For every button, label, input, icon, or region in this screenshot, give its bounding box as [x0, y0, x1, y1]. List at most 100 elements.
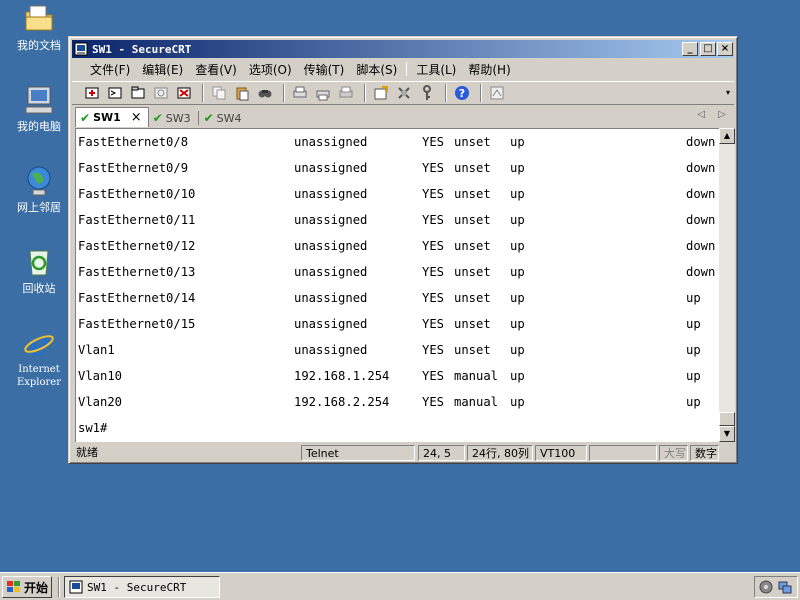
tab-navigation: ◁ ▷	[687, 109, 726, 120]
desktop-icon-internet-explorer[interactable]: e Internet Explorer	[6, 325, 72, 389]
connect-in-tab-icon[interactable]	[128, 83, 148, 103]
scroll-up-button[interactable]: ▲	[719, 128, 735, 144]
find-icon[interactable]	[255, 83, 275, 103]
terminal-line: FastEthernet0/12 unassigned YES unset up down	[76, 233, 719, 259]
tab-sw3[interactable]: ✔ SW3	[149, 109, 197, 127]
terminal-cell: down	[686, 265, 716, 279]
print-icon[interactable]	[336, 83, 356, 103]
maximize-button[interactable]: □	[700, 42, 716, 56]
terminal-cell: unassigned	[294, 135, 368, 149]
terminal-cell: down	[686, 239, 716, 253]
terminal-cell: manual	[454, 395, 499, 409]
menu-script[interactable]: 脚本(S)	[350, 61, 403, 78]
tray-speaker-icon[interactable]	[759, 580, 773, 597]
menu-view[interactable]: 查看(V)	[189, 61, 243, 78]
status-caps-lock: 大写	[659, 445, 688, 461]
title-bar[interactable]: SW1 - SecureCRT _ □ ×	[72, 40, 734, 58]
connected-check-icon: ✔	[152, 111, 163, 125]
menu-options[interactable]: 选项(O)	[243, 61, 298, 78]
scroll-down-button[interactable]: ▼	[719, 426, 735, 442]
terminal-line: FastEthernet0/11 unassigned YES unset up down	[76, 207, 719, 233]
terminal-cell: FastEthernet0/13	[78, 265, 196, 279]
terminal-cell: up	[510, 317, 525, 331]
paste-icon[interactable]	[232, 83, 252, 103]
terminal-cell: up	[510, 161, 525, 175]
help-icon[interactable]: ?	[452, 83, 472, 103]
terminal-cell: down	[686, 187, 716, 201]
terminal-cell: YES	[422, 187, 445, 201]
minimize-button[interactable]: _	[682, 42, 698, 56]
menu-separator	[406, 62, 408, 76]
terminal-cell: unset	[454, 239, 491, 253]
terminal-cell: Vlan1	[78, 343, 115, 357]
terminal-line: FastEthernet0/8 unassigned YES unset up down	[76, 129, 719, 155]
terminal-line: Vlan20 192.168.2.254 YES manual up up	[76, 389, 719, 415]
terminal-cell: FastEthernet0/14	[78, 291, 196, 305]
terminal-output[interactable]: FastEthernet0/8 unassigned YES unset up down F…	[75, 128, 719, 442]
terminal-cell: YES	[422, 239, 445, 253]
start-button[interactable]: 开始	[2, 576, 52, 598]
session-options-icon[interactable]	[371, 83, 391, 103]
desktop-icon-recycle-bin[interactable]: 回收站	[6, 245, 72, 295]
tab-sw4[interactable]: ✔ SW4	[200, 109, 248, 127]
securecrt-window: SW1 - SecureCRT _ □ × 文件(F) 编辑(E) 查看(V) …	[68, 36, 738, 464]
terminal-cell: up	[510, 213, 525, 227]
terminal-prompt: sw1#	[78, 421, 108, 435]
quick-connect-icon[interactable]	[105, 83, 125, 103]
taskbar-securecrt-button[interactable]: SW1 - SecureCRT	[64, 576, 220, 598]
desktop-icon-network[interactable]: 网上邻居	[6, 164, 72, 214]
desktop-icon-my-computer[interactable]: 我的电脑	[6, 83, 72, 133]
toolbar-overflow-icon[interactable]: ▾	[726, 88, 730, 97]
disconnect-icon[interactable]	[174, 83, 194, 103]
terminal-scrollbar[interactable]: ▲ ▼	[719, 128, 735, 442]
tab-sw1[interactable]: ✔ SW1 ×	[75, 107, 149, 127]
copy-icon[interactable]	[209, 83, 229, 103]
terminal-cell: up	[510, 369, 525, 383]
terminal-cell: 192.168.1.254	[294, 369, 390, 383]
status-protocol: Telnet	[301, 445, 415, 461]
menu-tools[interactable]: 工具(L)	[410, 61, 462, 78]
terminal-cell: FastEthernet0/11	[78, 213, 196, 227]
terminal-cell: YES	[422, 369, 445, 383]
menu-file[interactable]: 文件(F)	[84, 61, 136, 78]
print-setup-icon[interactable]	[290, 83, 310, 103]
terminal-cell: up	[686, 369, 701, 383]
terminal-cell: unassigned	[294, 239, 368, 253]
desktop-icon-label: 我的文档	[17, 39, 61, 52]
tab-scroll-left-icon[interactable]: ◁	[697, 109, 705, 120]
terminal-cell: Vlan20	[78, 395, 123, 409]
terminal-cell: FastEthernet0/15	[78, 317, 196, 331]
print-selection-icon[interactable]	[313, 83, 333, 103]
terminal-cell: FastEthernet0/10	[78, 187, 196, 201]
close-button[interactable]: ×	[717, 42, 733, 56]
connect-icon[interactable]	[82, 83, 102, 103]
terminal-cell: up	[510, 291, 525, 305]
terminal-cell: unset	[454, 317, 491, 331]
terminal-cell: unassigned	[294, 213, 368, 227]
scroll-thumb[interactable]	[719, 412, 735, 426]
key-icon[interactable]	[417, 83, 437, 103]
desktop-icon-my-documents[interactable]: 我的文档	[6, 2, 72, 52]
terminal-cell: up	[686, 291, 701, 305]
desktop-icon-label: Internet Explorer	[16, 364, 62, 388]
menu-help[interactable]: 帮助(H)	[462, 61, 516, 78]
terminal-cell: YES	[422, 317, 445, 331]
securecrt-app-icon	[69, 580, 83, 594]
status-terminal-size: 24行, 80列	[467, 445, 533, 461]
terminal-cell: unassigned	[294, 265, 368, 279]
window-title: SW1 - SecureCRT	[92, 42, 192, 56]
sftp-icon[interactable]	[487, 83, 507, 103]
menu-bar: 文件(F) 编辑(E) 查看(V) 选项(O) 传输(T) 脚本(S) 工具(L…	[72, 59, 734, 79]
global-options-icon[interactable]	[394, 83, 414, 103]
connected-check-icon: ✔	[80, 110, 91, 125]
menu-edit[interactable]: 编辑(E)	[136, 61, 189, 78]
terminal-cell: unassigned	[294, 161, 368, 175]
tab-label: SW3	[165, 111, 191, 125]
reconnect-icon[interactable]	[151, 83, 171, 103]
tab-close-icon[interactable]: ×	[131, 110, 142, 125]
tab-scroll-right-icon[interactable]: ▷	[718, 109, 726, 120]
tray-network-icon[interactable]	[778, 580, 792, 597]
terminal-cell: unassigned	[294, 343, 368, 357]
menu-transfer[interactable]: 传输(T)	[298, 61, 351, 78]
taskbar-button-label: SW1 - SecureCRT	[87, 580, 187, 594]
